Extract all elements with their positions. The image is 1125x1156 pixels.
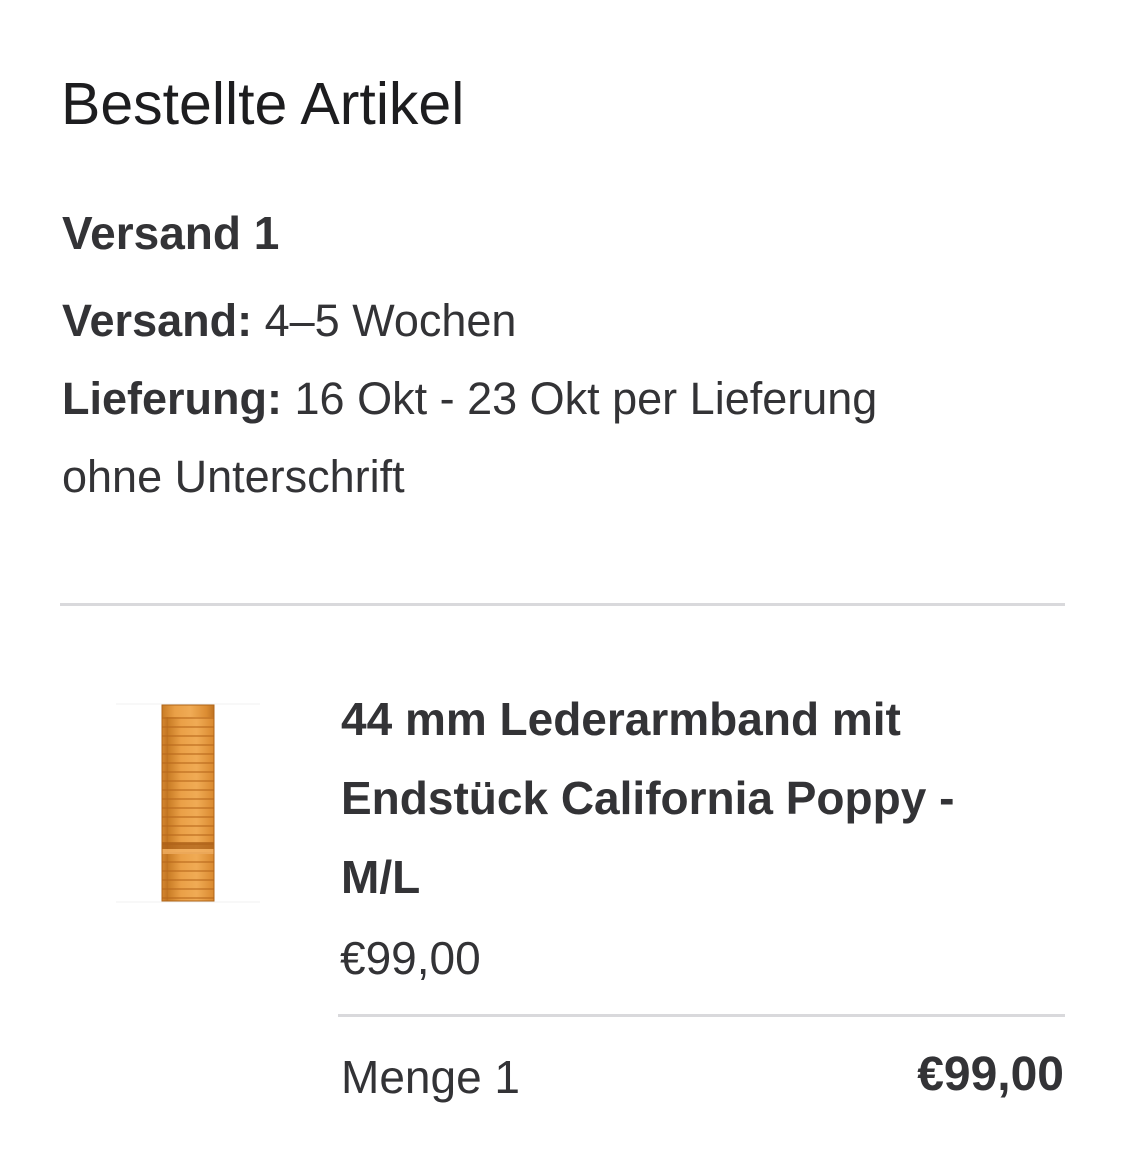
- shipping-time-label: Versand:: [62, 295, 253, 346]
- leather-link-band-image: [116, 703, 260, 903]
- delivery-value: 16 Okt - 23 Okt per Lieferung: [294, 373, 878, 424]
- page-title: Bestellte Artikel: [61, 71, 465, 137]
- product-name-line: 44 mm Lederarmband mit: [341, 693, 901, 745]
- item-divider: [338, 1014, 1065, 1017]
- shipment-title: Versand 1: [62, 207, 280, 259]
- product-name[interactable]: 44 mm Lederarmband mit Endstück Californ…: [341, 680, 1041, 917]
- shipping-time-line: Versand: 4–5 Wochen: [62, 282, 1062, 360]
- product-name-line: Endstück California Poppy -: [341, 772, 955, 824]
- unit-price: €99,00: [340, 932, 481, 984]
- line-total: €99,00: [917, 1048, 1064, 1101]
- delivery-line: Lieferung: 16 Okt - 23 Okt per Lieferung: [62, 360, 1062, 438]
- section-divider: [60, 603, 1065, 606]
- product-name-line: M/L: [341, 851, 421, 903]
- quantity-label: Menge 1: [341, 1051, 521, 1103]
- delivery-label: Lieferung:: [62, 373, 282, 424]
- shipment-details: Versand: 4–5 Wochen Lieferung: 16 Okt - …: [62, 282, 1062, 516]
- product-image[interactable]: [116, 702, 260, 904]
- delivery-value-continued: ohne Unterschrift: [62, 451, 405, 502]
- shipping-time-value: 4–5 Wochen: [264, 295, 517, 346]
